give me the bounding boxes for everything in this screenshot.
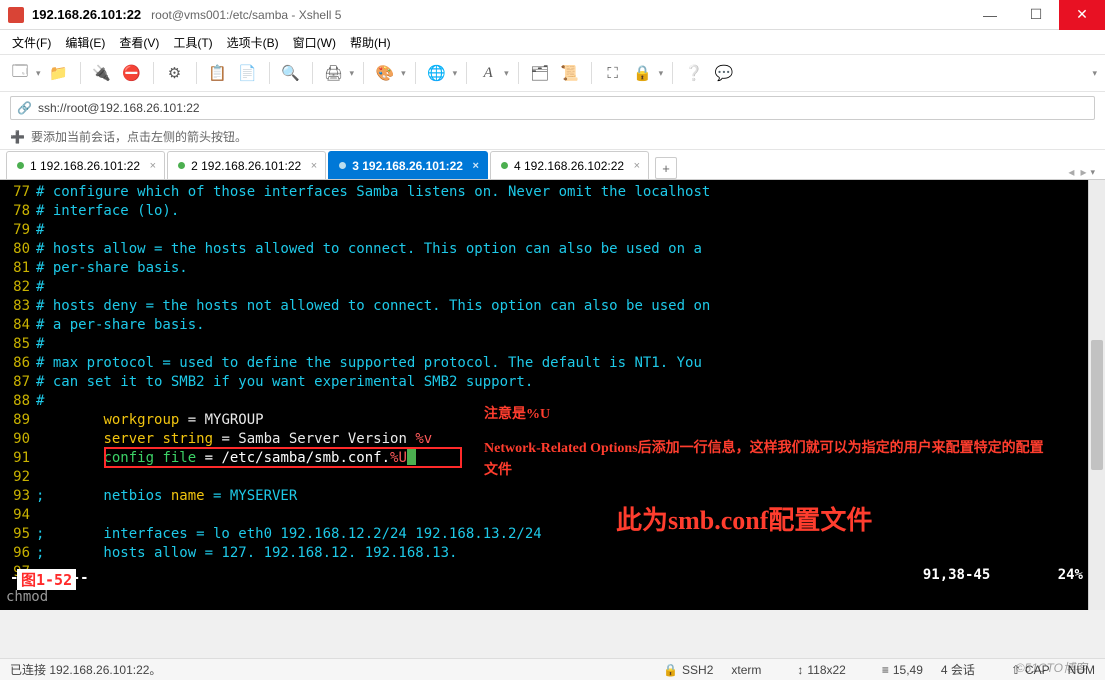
lock-icon: 🔒 (663, 663, 678, 677)
lock-icon[interactable]: 🔒 (631, 61, 655, 85)
connection-status: 已连接 192.168.26.101:22。 (10, 661, 161, 678)
term-type: xterm (731, 663, 761, 677)
new-session-icon[interactable]: 🗔 (8, 61, 32, 85)
annotation-3: 此为smb.conf配置文件 (616, 510, 872, 532)
chat-icon[interactable]: 💬 (712, 61, 736, 85)
color-icon[interactable]: 🎨 (373, 61, 397, 85)
link-icon: 🔗 (17, 101, 32, 115)
script-icon[interactable]: 📜 (558, 61, 582, 85)
title-sub: root@vms001:/etc/samba - Xshell 5 (151, 8, 341, 22)
vim-position: 91,38-45 24% (923, 567, 1083, 586)
close-icon[interactable]: × (150, 160, 156, 172)
properties-icon[interactable]: ⚙ (163, 61, 187, 85)
reconnect-icon[interactable]: 🔌 (90, 61, 114, 85)
menu-tabs[interactable]: 选项卡(B) (227, 34, 279, 51)
session-count: 4 会话 (941, 661, 975, 678)
hint-bar: ➕ 要添加当前会话，点击左侧的箭头按钮。 (0, 124, 1105, 150)
menu-file[interactable]: 文件(F) (12, 34, 51, 51)
address-input[interactable]: 🔗 ssh://root@192.168.26.101:22 (10, 96, 1095, 120)
menu-edit[interactable]: 编辑(E) (65, 34, 105, 51)
disconnect-icon[interactable]: ⛔ (120, 61, 144, 85)
menu-view[interactable]: 查看(V) (119, 34, 159, 51)
fullscreen-icon[interactable]: ⛶ (601, 61, 625, 85)
menu-help[interactable]: 帮助(H) (350, 34, 391, 51)
open-icon[interactable]: 📁 (47, 61, 71, 85)
tab-prev-icon[interactable]: ◂ (1068, 165, 1074, 179)
menubar: 文件(F) 编辑(E) 查看(V) 工具(T) 选项卡(B) 窗口(W) 帮助(… (0, 30, 1105, 54)
maximize-button[interactable]: ☐ (1013, 0, 1059, 30)
scrollbar[interactable] (1088, 180, 1105, 610)
annotation-1: 注意是%U (484, 404, 550, 426)
close-icon[interactable]: × (473, 160, 479, 172)
app-icon (8, 7, 24, 23)
scroll-thumb[interactable] (1091, 340, 1103, 470)
highlight-box (104, 447, 462, 468)
transfer-icon[interactable]: 🗂 (528, 61, 552, 85)
toolbar: 🗔▾ 📁 🔌 ⛔ ⚙ 📋 📄 🔍 🖨▾ 🎨▾ 🌐▾ A▾ 🗂 📜 ⛶ 🔒▾ ❔ … (0, 54, 1105, 92)
address-text: ssh://root@192.168.26.101:22 (38, 101, 200, 115)
titlebar: 192.168.26.101:22 root@vms001:/etc/samba… (0, 0, 1105, 30)
tab-add-button[interactable]: + (655, 157, 677, 179)
annotation-2: Network-Related Options后添加一行信息，这样我们就可以为指… (484, 438, 1044, 482)
vim-cmdline: chmod (6, 589, 48, 605)
close-icon[interactable]: × (634, 160, 640, 172)
copy-icon[interactable]: 📋 (206, 61, 230, 85)
title-main: 192.168.26.101:22 (32, 7, 141, 22)
tab-3[interactable]: 3 192.168.26.101:22× (328, 151, 488, 179)
status-bar: 已连接 192.168.26.101:22。 🔒SSH2 xterm ↕118x… (0, 658, 1105, 680)
tab-1[interactable]: 1 192.168.26.101:22× (6, 151, 165, 179)
figure-label: 图1-52 (17, 569, 76, 590)
globe-icon[interactable]: 🌐 (425, 61, 449, 85)
menu-window[interactable]: 窗口(W) (293, 34, 336, 51)
terminal[interactable]: 77# configure which of those interfaces … (0, 180, 1105, 610)
tab-next-icon[interactable]: ▸ (1080, 165, 1086, 179)
menu-tools[interactable]: 工具(T) (173, 34, 212, 51)
tab-2[interactable]: 2 192.168.26.101:22× (167, 151, 326, 179)
close-icon[interactable]: × (311, 160, 317, 172)
paste-icon[interactable]: 📄 (236, 61, 260, 85)
minimize-button[interactable]: — (967, 0, 1013, 30)
font-icon[interactable]: A (476, 61, 500, 85)
tab-4[interactable]: 4 192.168.26.102:22× (490, 151, 649, 179)
close-button[interactable]: ✕ (1059, 0, 1105, 30)
print-icon[interactable]: 🖨 (322, 61, 346, 85)
hint-add-icon[interactable]: ➕ (10, 130, 25, 144)
vim-status-line: -- 插入 -- 91,38-45 24% (0, 567, 1105, 586)
address-bar: 🔗 ssh://root@192.168.26.101:22 (0, 92, 1105, 124)
hint-text: 要添加当前会话，点击左侧的箭头按钮。 (31, 128, 247, 145)
help-icon[interactable]: ❔ (682, 61, 706, 85)
toolbar-overflow-icon[interactable]: ▾ (1092, 68, 1097, 79)
search-icon[interactable]: 🔍 (279, 61, 303, 85)
session-tabs: 1 192.168.26.101:22× 2 192.168.26.101:22… (0, 150, 1105, 180)
watermark: ©51CTO博客 (1016, 659, 1087, 676)
